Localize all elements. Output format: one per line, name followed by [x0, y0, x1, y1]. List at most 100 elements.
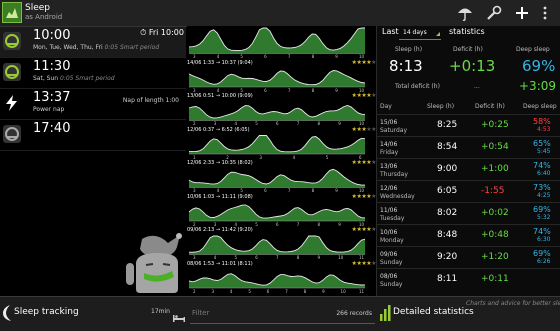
graph-axis-tick: 5	[248, 288, 251, 294]
table-row[interactable]: 12/06 Wednesday 6:05 -1:55 73% 4:25	[377, 180, 560, 202]
row-weekday: Wednesday	[380, 193, 415, 200]
table-row[interactable]: 11/06 Tuesday 8:02 +0:02 69% 5:32	[377, 202, 560, 224]
row-weekday: Thursday	[380, 171, 408, 178]
filter-input[interactable]: Filter 266 records	[190, 304, 375, 324]
graph-axis-tick: 5	[240, 188, 243, 193]
row-deep-time: 6:30	[537, 236, 551, 243]
alarm-item[interactable]: 11:30 Sat, Sun 0:05 Smart period	[0, 58, 186, 89]
overflow-menu-icon[interactable]	[539, 4, 551, 22]
row-date: 12/06	[380, 185, 398, 192]
alarm-time: 10:00	[33, 28, 71, 43]
sleep-record-label[interactable]: 12/06 0:37 → 6:52 (6:05)	[187, 127, 250, 133]
row-deep-time: 5:45	[537, 148, 551, 155]
sleep-record-label[interactable]: 12/06 2:33 → 10:35 (8:02)	[187, 160, 253, 166]
lightning-icon[interactable]	[2, 93, 22, 113]
graph-axis-tick: 7	[287, 54, 291, 59]
sleep-record-label[interactable]: 08/06 1:53 → 11:01 (8:11)	[187, 261, 253, 267]
app-logo-icon[interactable]	[2, 2, 22, 23]
bottom-bar: Sleep tracking 17min Filter 266 records …	[0, 296, 560, 331]
rating-stars[interactable]: ★★★★★	[352, 193, 377, 200]
detailed-statistics-button[interactable]: Detailed statistics	[393, 307, 474, 317]
graph-axis-tick: 8	[311, 188, 315, 193]
rating-stars[interactable]: ★★★★★	[352, 59, 377, 66]
graph-axis-tick: 9	[335, 87, 338, 93]
alarm-clock-icon[interactable]	[2, 124, 22, 144]
sleep-record-label[interactable]: 09/06 2:13 → 11:42 (9:20)	[187, 227, 253, 233]
deep-sleep-label: Deep sleep	[516, 46, 550, 53]
graph-axis-tick: 3	[193, 54, 196, 59]
row-sleep: 8:11	[437, 274, 458, 284]
wrench-icon[interactable]	[485, 4, 503, 22]
graph-axis-tick: 3	[213, 221, 217, 227]
rating-stars[interactable]: ★★★★★	[352, 260, 377, 267]
table-row[interactable]: 15/06 Saturday 8:25 +0:25 58% 4:53	[377, 114, 560, 136]
total-deficit-value: +3:09	[519, 79, 557, 93]
alarm-clock-icon[interactable]	[2, 31, 22, 51]
filter-placeholder: Filter	[192, 309, 210, 317]
graph-axis-tick: 2	[226, 154, 229, 160]
graph-axis-tick: 9	[338, 121, 341, 126]
action-bar: Sleep as Android	[0, 0, 560, 27]
rating-stars[interactable]: ★★★★★	[352, 226, 377, 233]
deep-sleep-average: 69%	[522, 57, 556, 75]
statistics-advice-text: Charts and advice for better sleep	[466, 300, 560, 307]
sleep-record-label[interactable]: 13/06 0:51 → 10:00 (9:09)	[187, 93, 253, 99]
row-deep-time: 6:40	[537, 170, 551, 177]
sleep-label: Sleep (h)	[395, 46, 423, 53]
total-deficit-ellipsis: ...	[474, 83, 480, 90]
row-date: 14/06	[380, 141, 398, 148]
row-date: 11/06	[380, 207, 398, 214]
graph-axis-tick: 9	[338, 221, 341, 227]
table-row[interactable]: 14/06 Friday 8:54 +0:54 65% 5:45	[377, 136, 560, 158]
stats-header-label: Last	[382, 27, 399, 36]
table-row[interactable]: 10/06 Monday 8:48 +0:48 74% 6:30	[377, 224, 560, 246]
graph-axis-tick: 4	[292, 154, 296, 160]
graph-axis-tick: 7	[296, 221, 300, 227]
graph-axis-tick: 5	[255, 221, 258, 227]
row-weekday: Sunday	[380, 259, 403, 266]
graph-axis-tick: 8	[303, 288, 307, 294]
alarm-clock-icon[interactable]	[2, 62, 22, 82]
rating-stars[interactable]: ★★★★★	[352, 126, 377, 133]
graph-axis-tick: 6	[276, 121, 279, 126]
row-weekday: Friday	[380, 149, 399, 156]
sleep-graph-area	[189, 273, 365, 288]
rating-stars[interactable]: ★★★★★	[352, 92, 377, 99]
graph-axis-tick: 1	[193, 154, 196, 160]
add-icon[interactable]	[513, 4, 531, 22]
period-dropdown[interactable]: 14 days	[399, 27, 441, 40]
alarm-item[interactable]: 17:40	[0, 120, 186, 151]
column-sleep: Sleep (h)	[427, 103, 455, 110]
graph-axis-tick: 9	[335, 188, 338, 193]
deficit-average: +0:13	[449, 57, 496, 75]
sleep-record-label[interactable]: 14/06 1:33 → 10:37 (9:04)	[187, 60, 253, 66]
sleep-record-label[interactable]: 10/06 1:03 → 11:11 (9:08)	[187, 194, 253, 200]
row-deep-percent: 73%	[533, 183, 551, 192]
graph-axis-tick: 3	[211, 288, 214, 294]
graph-axis-tick: 3	[213, 121, 217, 126]
row-sleep: 8:48	[437, 230, 458, 240]
row-sleep: 9:20	[437, 252, 458, 262]
alarm-item[interactable]: 10:00 Mon, Tue, Wed, Thu, Fri 0:05 Smart…	[0, 27, 186, 58]
table-row[interactable]: 08/06 Sunday 8:11 +0:11	[377, 268, 560, 290]
moon-icon[interactable]	[2, 304, 14, 326]
sleep-graph-area	[189, 204, 365, 221]
graph-axis-tick: 7	[287, 87, 291, 93]
rating-stars[interactable]: ★★★★★	[352, 159, 377, 166]
table-row[interactable]: 09/06 Sunday 9:20 +1:20 69% 6:26	[377, 246, 560, 268]
graph-axis-tick: 4	[216, 87, 220, 93]
graph-axis-tick: 6	[276, 221, 279, 227]
graph-axis-tick: 7	[285, 288, 288, 294]
graph-axis-tick: 5	[255, 121, 258, 126]
sleep-tracking-button[interactable]: Sleep tracking	[14, 307, 79, 317]
umbrella-icon[interactable]	[456, 4, 474, 22]
row-deficit: +0:25	[481, 120, 509, 130]
sleep-graphs-panel: 3 4 5 6 7 8 9 10 14/06 1:33 → 10:37 (9:04) ★★★★★ 3…	[187, 26, 376, 296]
table-row[interactable]: 13/06 Thursday 9:00 +1:00 74% 6:40	[377, 158, 560, 180]
row-date: 09/06	[380, 251, 398, 258]
chart-icon[interactable]	[380, 305, 392, 325]
graph-axis-tick: 6	[264, 87, 267, 93]
graph-axis-tick: 9	[335, 54, 338, 59]
alarm-item[interactable]: 13:37 Power nap Nap of length 1:00	[0, 89, 186, 120]
graph-axis-tick: 8	[296, 255, 300, 260]
